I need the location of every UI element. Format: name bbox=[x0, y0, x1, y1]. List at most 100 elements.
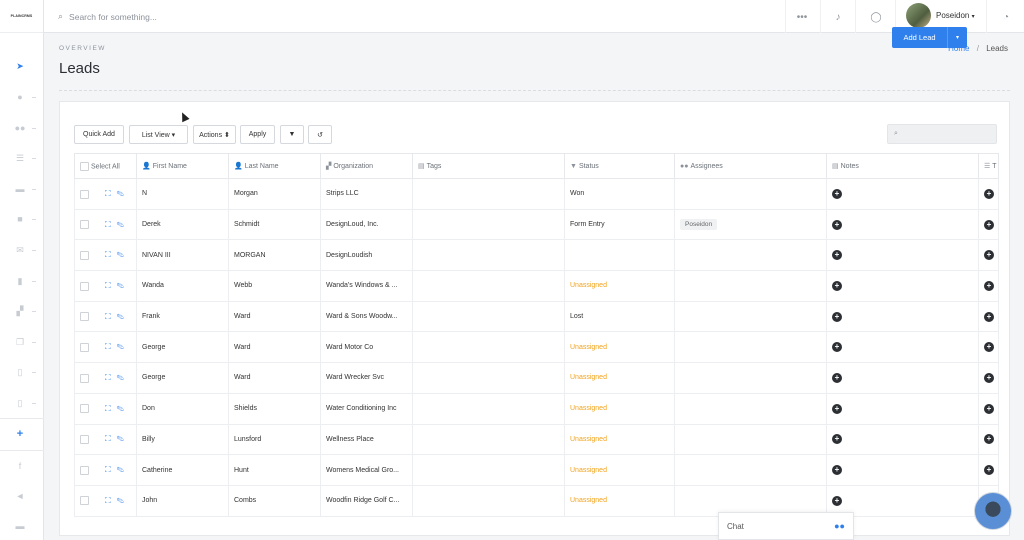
status-header[interactable]: ▼ Status bbox=[564, 153, 675, 179]
reset-icon[interactable]: ↺ bbox=[308, 125, 332, 144]
tags-cell[interactable] bbox=[412, 208, 565, 241]
edit-icon[interactable]: ✎ bbox=[117, 434, 130, 443]
add-note-icon[interactable]: + bbox=[832, 465, 842, 476]
first-name-cell[interactable]: Frank bbox=[136, 300, 229, 333]
edit-icon[interactable]: ✎ bbox=[117, 189, 130, 198]
expand-icon[interactable]: ⛶ bbox=[105, 373, 117, 382]
file-icon[interactable]: ▯ bbox=[13, 366, 27, 378]
organization-cell[interactable]: Wellness Place bbox=[320, 423, 413, 456]
status-cell[interactable] bbox=[564, 239, 675, 272]
expand-icon[interactable]: ⛶ bbox=[105, 220, 117, 229]
add-note-icon[interactable]: + bbox=[832, 250, 842, 261]
organization-cell[interactable]: Ward Wrecker Svc bbox=[320, 362, 413, 394]
filter-icon[interactable]: ▼ bbox=[280, 125, 304, 144]
organization-cell[interactable]: Strips LLC bbox=[320, 178, 413, 210]
add-note-icon[interactable]: + bbox=[832, 311, 842, 322]
user-icon[interactable]: ● bbox=[13, 91, 27, 103]
actions-select[interactable]: Actions ⬍ bbox=[193, 125, 236, 144]
add-icon[interactable]: + bbox=[984, 403, 994, 414]
organization-cell[interactable]: Woodfin Ridge Golf C... bbox=[320, 484, 413, 517]
add-icon[interactable]: + bbox=[984, 342, 994, 353]
assignees-cell[interactable]: Poseidon bbox=[674, 208, 827, 241]
table-row[interactable]: ⛶✎ George Ward Ward Motor Co Unassigned + + bbox=[74, 331, 999, 364]
organization-cell[interactable]: Ward Motor Co bbox=[320, 331, 413, 364]
last-name-cell[interactable]: Shields bbox=[228, 392, 321, 425]
tags-header[interactable]: ▤ Tags bbox=[412, 153, 565, 179]
add-note-icon[interactable]: + bbox=[832, 188, 842, 199]
envelope-icon[interactable]: ✉ bbox=[13, 244, 27, 256]
table-row[interactable]: ⛶✎ Frank Ward Ward & Sons Woodw... Lost + + bbox=[74, 300, 999, 333]
status-cell[interactable]: Unassigned bbox=[564, 484, 675, 517]
assignees-cell[interactable] bbox=[674, 331, 827, 364]
expand-icon[interactable]: ⛶ bbox=[105, 312, 117, 321]
organization-cell[interactable]: DesignLoud, Inc. bbox=[320, 208, 413, 241]
table-row[interactable]: ⛶✎ George Ward Ward Wrecker Svc Unassigned + + bbox=[74, 362, 999, 394]
paper-plane-icon[interactable]: ➤ bbox=[13, 60, 27, 72]
organization-header[interactable]: ▞ Organization bbox=[320, 153, 413, 179]
tags-cell[interactable] bbox=[412, 239, 565, 272]
edit-icon[interactable]: ✎ bbox=[117, 404, 130, 413]
copy-icon[interactable]: ❐ bbox=[13, 336, 27, 348]
expand-icon[interactable]: ⛶ bbox=[105, 496, 117, 505]
last-name-cell[interactable]: Combs bbox=[228, 484, 321, 517]
last-name-cell[interactable]: Hunt bbox=[228, 454, 321, 486]
more-dots-icon[interactable]: ••• bbox=[794, 9, 810, 25]
row-checkbox[interactable] bbox=[80, 342, 89, 352]
tags-cell[interactable] bbox=[412, 270, 565, 302]
assignees-cell[interactable] bbox=[674, 239, 827, 272]
edit-icon[interactable]: ✎ bbox=[117, 250, 130, 259]
expand-icon[interactable]: ⛶ bbox=[105, 404, 117, 413]
last-name-cell[interactable]: Morgan bbox=[228, 178, 321, 210]
row-checkbox[interactable] bbox=[80, 496, 89, 506]
row-checkbox[interactable] bbox=[80, 404, 89, 414]
last-name-cell[interactable]: Lunsford bbox=[228, 423, 321, 456]
add-note-icon[interactable]: + bbox=[832, 280, 842, 291]
add-lead-dropdown-toggle[interactable]: ▾ bbox=[947, 27, 967, 48]
sitemap-icon[interactable]: ▞ bbox=[13, 305, 27, 317]
status-cell[interactable]: Form Entry bbox=[564, 208, 675, 241]
book-icon[interactable]: ▬ bbox=[13, 520, 27, 532]
row-checkbox[interactable] bbox=[80, 373, 89, 383]
expand-icon[interactable]: ⛶ bbox=[105, 342, 117, 351]
edit-icon[interactable]: ✎ bbox=[117, 312, 130, 321]
tags-cell[interactable] bbox=[412, 484, 565, 517]
status-cell[interactable]: Unassigned bbox=[564, 454, 675, 486]
expand-icon[interactable]: ⛶ bbox=[105, 189, 117, 198]
add-note-icon[interactable]: + bbox=[832, 372, 842, 383]
organization-cell[interactable]: Water Conditioning Inc bbox=[320, 392, 413, 425]
add-note-icon[interactable]: + bbox=[832, 403, 842, 414]
tags-cell[interactable] bbox=[412, 362, 565, 394]
tags-cell[interactable] bbox=[412, 300, 565, 333]
edit-icon[interactable]: ✎ bbox=[117, 281, 130, 290]
add-lead-button[interactable]: Add Lead ▾ bbox=[892, 27, 967, 48]
add-note-icon[interactable]: + bbox=[832, 495, 842, 506]
last-name-cell[interactable]: Webb bbox=[228, 270, 321, 302]
first-name-cell[interactable]: NIVAN III bbox=[136, 239, 229, 272]
tags-cell[interactable] bbox=[412, 178, 565, 210]
row-checkbox[interactable] bbox=[80, 220, 89, 230]
add-icon[interactable]: + bbox=[984, 188, 994, 199]
add-icon[interactable]: + bbox=[984, 250, 994, 261]
last-name-header[interactable]: 👤 Last Name bbox=[228, 153, 321, 179]
last-name-cell[interactable]: Ward bbox=[228, 331, 321, 364]
edit-icon[interactable]: ✎ bbox=[117, 465, 130, 474]
list-icon[interactable]: ☰ bbox=[13, 152, 27, 164]
add-icon[interactable]: + bbox=[984, 465, 994, 476]
first-name-cell[interactable]: John bbox=[136, 484, 229, 517]
check-square-icon[interactable]: ■ bbox=[13, 213, 27, 225]
edit-icon[interactable]: ✎ bbox=[117, 373, 130, 382]
row-checkbox[interactable] bbox=[80, 250, 89, 260]
last-name-cell[interactable]: Ward bbox=[228, 362, 321, 394]
first-name-cell[interactable]: Don bbox=[136, 392, 229, 425]
timer-icon[interactable]: ◔ bbox=[998, 9, 1014, 25]
organization-cell[interactable]: Womens Medical Gro... bbox=[320, 454, 413, 486]
tags-cell[interactable] bbox=[412, 392, 565, 425]
add-note-icon[interactable]: + bbox=[832, 434, 842, 445]
assignees-cell[interactable] bbox=[674, 362, 827, 394]
status-cell[interactable]: Unassigned bbox=[564, 331, 675, 364]
table-row[interactable]: ⛶✎ N Morgan Strips LLC Won + + bbox=[74, 178, 999, 210]
user-avatar[interactable] bbox=[906, 3, 931, 28]
first-name-header[interactable]: 👤 First Name bbox=[136, 153, 229, 179]
app-logo[interactable]: PLAINCRMS bbox=[0, 0, 43, 33]
assignees-cell[interactable] bbox=[674, 178, 827, 210]
